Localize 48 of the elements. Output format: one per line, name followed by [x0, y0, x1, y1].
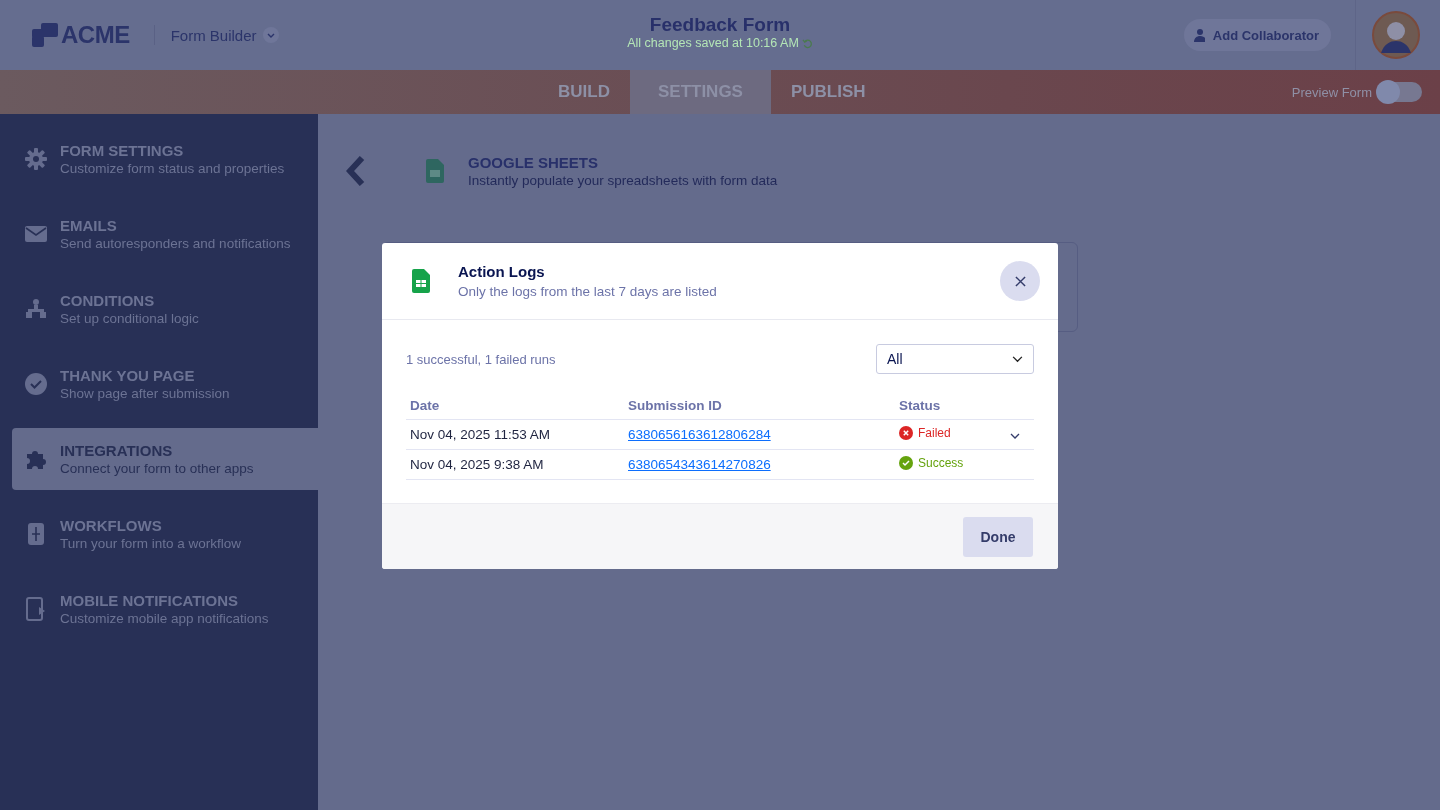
refresh-icon	[801, 37, 813, 49]
integration-title: GOOGLE SHEETS	[468, 154, 600, 171]
integration-subtitle: Instantly populate your spreadsheets with form data	[468, 173, 778, 188]
chevron-down-icon	[262, 27, 279, 43]
product-dropdown[interactable]: Form Builder	[170, 26, 279, 44]
form-title: Feedback Form	[649, 14, 791, 36]
done-button[interactable]: Done	[963, 516, 1033, 557]
logo-icon	[32, 23, 58, 47]
back-chevron-icon[interactable]	[346, 156, 366, 186]
column-header: Date	[406, 394, 624, 420]
close-button[interactable]	[1000, 261, 1040, 301]
column-header: Status	[895, 394, 1006, 420]
date-cell: Nov 04, 2025 9:38 AM	[406, 449, 624, 480]
sidebar-item[interactable]: EMAILS Send autoresponders and notifications	[0, 207, 318, 266]
save-status: All changes saved at 10:16 AM	[627, 36, 799, 50]
logo-text: ACME	[61, 21, 130, 49]
runs-summary: 1 successful, 1 failed runs	[406, 351, 556, 367]
person-add-icon	[1193, 28, 1208, 42]
preview-label: Preview Form	[1291, 84, 1372, 100]
sidebar-item[interactable]: WORKFLOWS Turn your form into a workflow	[0, 507, 318, 566]
preview-toggle[interactable]	[1378, 82, 1422, 102]
sidebar-item[interactable]: MOBILE NOTIFICATIONS Customize mobile app notifications	[0, 582, 318, 641]
chevron-down-icon	[1012, 355, 1023, 363]
status-text: Failed	[918, 426, 951, 440]
error-icon	[899, 426, 913, 440]
spreadsheet-icon	[412, 269, 430, 293]
avatar-icon[interactable]	[1372, 11, 1420, 59]
submission-link[interactable]: 6380656163612806284	[628, 427, 771, 442]
sidebar-item[interactable]: THANK YOU PAGE Show page after submission	[0, 357, 318, 416]
sidebar-item[interactable]: CONDITIONS Set up conditional logic	[0, 282, 318, 341]
add-collaborator-button[interactable]: Add Collaborator	[1183, 19, 1331, 51]
dialog-title: Action Logs	[458, 263, 546, 280]
check-circle-icon	[24, 372, 48, 396]
success-icon	[899, 456, 913, 470]
filter-dropdown[interactable]: All	[876, 344, 1034, 374]
sidebar-item[interactable]: INTEGRATIONS Connect your form to other apps	[12, 428, 318, 490]
column-header: Submission ID	[624, 394, 895, 420]
date-cell: Nov 04, 2025 11:53 AM	[406, 419, 624, 450]
nav-tab[interactable]: PUBLISH	[770, 70, 886, 114]
hierarchy-icon	[24, 297, 48, 321]
dialog-subtitle: Only the logs from the last 7 days are listed	[458, 284, 717, 299]
status-text: Success	[918, 456, 964, 470]
sidebar-item[interactable]: FORM SETTINGS Customize form status and properties	[0, 132, 318, 191]
submission-link[interactable]: 6380654343614270826	[628, 457, 771, 472]
spreadsheet-icon	[426, 159, 444, 183]
chevron-down-icon[interactable]	[1010, 433, 1020, 439]
nav-tab[interactable]: BUILD	[538, 70, 630, 114]
close-icon	[1014, 275, 1026, 287]
